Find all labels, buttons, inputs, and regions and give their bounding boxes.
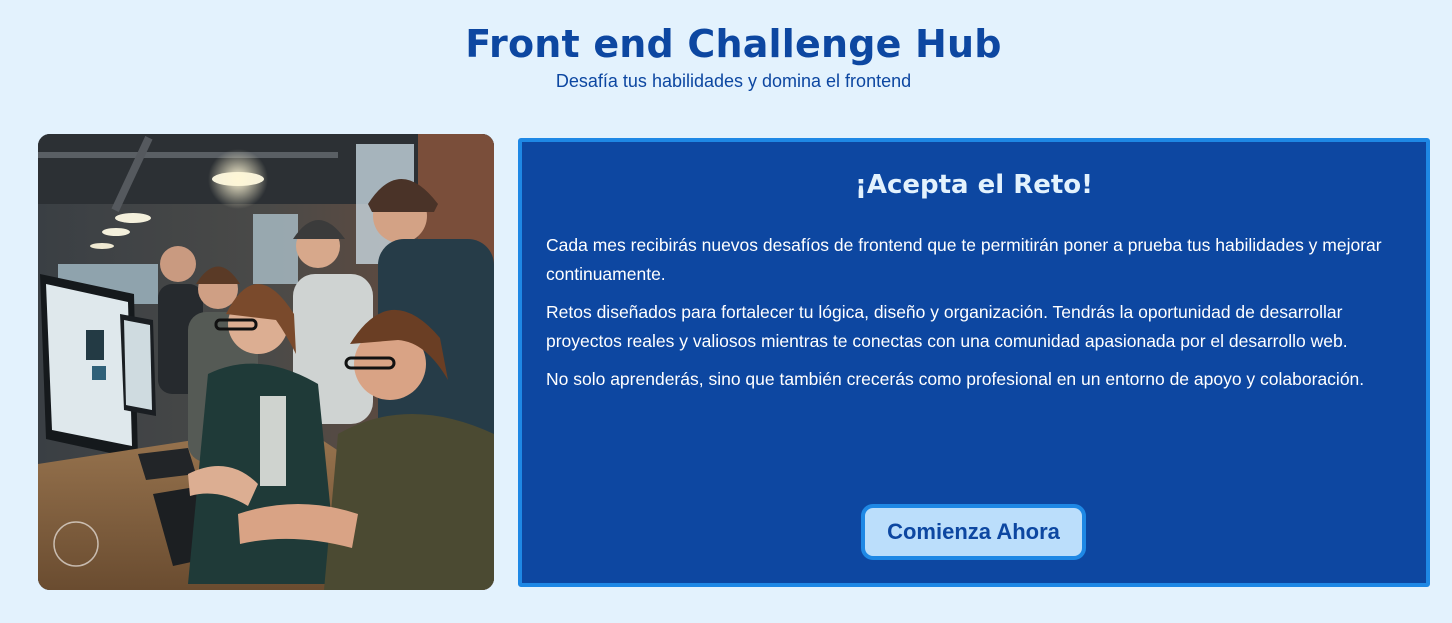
card-title: ¡Acepta el Reto! [854,170,1094,200]
card-paragraph: Cada mes recibirás nuevos desafíos de fr… [546,235,1382,284]
page-subtitle: Desafía tus habilidades y domina el fron… [555,71,912,91]
card-body: Cada mes recibirás nuevos desafíos de fr… [546,231,1406,403]
challenge-card: ¡Acepta el Reto! Cada mes recibirás nuev… [518,138,1430,587]
card-paragraph: No solo aprenderás, sino que también cre… [546,369,1365,389]
card-paragraph: Retos diseñados para fortalecer tu lógic… [546,302,1348,351]
start-now-button[interactable]: Comienza Ahora [861,504,1086,560]
developers-photo-icon [38,134,494,590]
page-title: Front end Challenge Hub [465,22,1002,66]
hero-image [38,134,494,590]
